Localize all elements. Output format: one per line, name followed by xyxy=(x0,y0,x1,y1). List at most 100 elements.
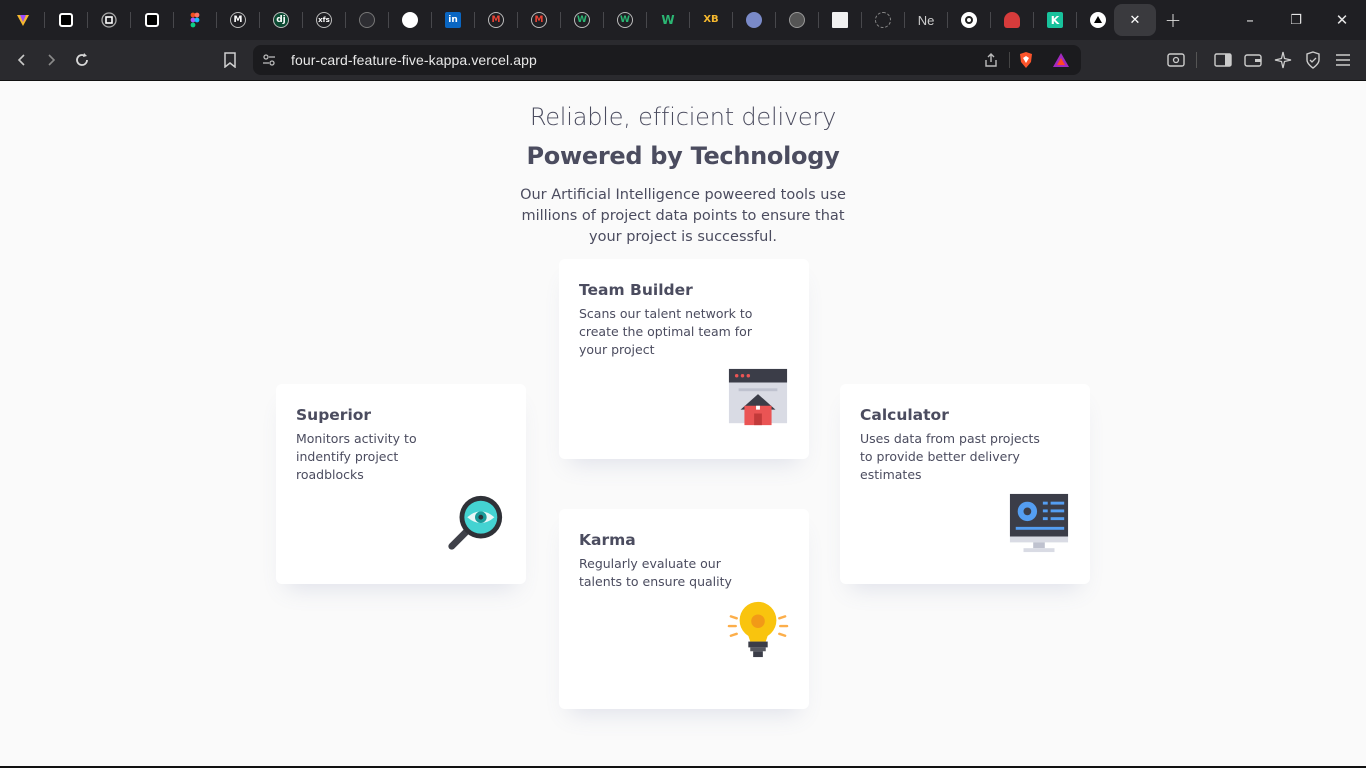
card-description: Regularly evaluate our talents to ensure… xyxy=(579,556,732,589)
square-icon xyxy=(145,13,159,27)
tab-vercel[interactable] xyxy=(1077,4,1119,36)
close-window-button[interactable]: ✕ xyxy=(1319,0,1365,40)
tab-search-icon xyxy=(1167,53,1185,67)
wallet-icon xyxy=(1244,54,1262,67)
tab-search-button[interactable] xyxy=(1162,46,1190,74)
calculator-monitor-icon xyxy=(1009,493,1069,553)
url-text: four-card-feature-five-kappa.vercel.app xyxy=(291,52,537,68)
tab-title: Ne xyxy=(917,12,935,28)
tab-avatar[interactable] xyxy=(733,4,775,36)
tab-xb[interactable]: XB xyxy=(690,4,732,36)
card-superior: Superior Monitors activity to indentify … xyxy=(276,384,526,584)
tab-circle[interactable] xyxy=(346,4,388,36)
mushroom-icon xyxy=(1004,12,1020,28)
circle-square-icon xyxy=(101,12,117,28)
leo-ai-button[interactable] xyxy=(1269,46,1297,74)
maximize-button[interactable]: ❐ xyxy=(1273,0,1319,40)
tab-active-close[interactable]: ✕ xyxy=(1114,4,1156,36)
tab-vivaldi[interactable] xyxy=(2,4,44,36)
sparkle-icon xyxy=(1274,51,1292,69)
browser-toolbar: four-card-feature-five-kappa.vercel.app xyxy=(0,40,1366,81)
vercel-icon xyxy=(1090,12,1106,28)
card-title: Karma xyxy=(579,531,636,549)
close-icon: ✕ xyxy=(1335,11,1349,29)
loading-icon xyxy=(875,12,891,28)
card-description: Scans our talent network to create the o… xyxy=(579,306,753,357)
shield-icon xyxy=(1306,51,1320,69)
lightbulb-icon xyxy=(727,601,789,658)
circle-icon xyxy=(359,12,375,28)
tab-image[interactable] xyxy=(819,4,861,36)
team-builder-icon xyxy=(728,368,788,426)
reload-button[interactable] xyxy=(68,46,96,74)
linkedin-icon: in xyxy=(445,12,461,28)
tab-loading[interactable] xyxy=(862,4,904,36)
card-title: Superior xyxy=(296,406,372,424)
close-icon: ✕ xyxy=(1129,12,1141,28)
tab-w-1[interactable]: W xyxy=(561,4,603,36)
gmail-icon: M xyxy=(531,12,547,28)
image-icon xyxy=(832,12,848,28)
tab-webflow[interactable]: W xyxy=(647,4,689,36)
forward-button[interactable] xyxy=(37,46,65,74)
tab-square-1[interactable] xyxy=(45,4,87,36)
bookmark-button[interactable] xyxy=(216,46,244,74)
xb-icon: XB xyxy=(703,14,719,25)
figma-icon xyxy=(190,12,200,28)
plus-icon: + xyxy=(1164,8,1182,32)
back-button[interactable] xyxy=(8,46,36,74)
tab-medium[interactable]: M xyxy=(217,4,259,36)
hamburger-menu-icon xyxy=(1336,54,1350,66)
card-team-builder: Team Builder Scans our talent network to… xyxy=(559,259,809,459)
chevron-left-icon xyxy=(17,54,25,66)
tab-figma[interactable] xyxy=(174,4,216,36)
new-tab-button[interactable]: + xyxy=(1152,4,1194,36)
sidebar-toggle-button[interactable] xyxy=(1209,46,1237,74)
tab-django[interactable]: dj xyxy=(260,4,302,36)
tab-xfs[interactable]: xfs xyxy=(303,4,345,36)
card-description: Uses data from past projects to provide … xyxy=(860,431,1040,482)
page-subtitle: Reliable, efficient delivery xyxy=(529,103,837,131)
tab-w-2[interactable]: W xyxy=(604,4,646,36)
sidebar-icon xyxy=(1214,53,1232,67)
gmail-icon: M xyxy=(488,12,504,28)
address-bar[interactable]: four-card-feature-five-kappa.vercel.app xyxy=(253,45,1081,75)
tab-white-circle[interactable] xyxy=(389,4,431,36)
k-icon: K xyxy=(1047,12,1063,28)
brave-rewards-icon[interactable] xyxy=(1052,52,1070,68)
card-title: Team Builder xyxy=(579,281,693,299)
tab-square-2[interactable] xyxy=(131,4,173,36)
openai-icon xyxy=(961,12,977,28)
tab-circle-square[interactable] xyxy=(88,4,130,36)
page-title: Powered by Technology xyxy=(526,142,840,170)
tab-gmail-2[interactable]: M xyxy=(518,4,560,36)
django-icon: dj xyxy=(273,12,289,28)
site-settings-icon xyxy=(263,54,275,66)
card-calculator: Calculator Uses data from past projects … xyxy=(840,384,1090,584)
wallet-button[interactable] xyxy=(1239,46,1267,74)
share-icon[interactable] xyxy=(983,52,999,68)
tab-gmail-1[interactable]: M xyxy=(475,4,517,36)
minimize-button[interactable]: – xyxy=(1227,0,1273,40)
tab-openai[interactable] xyxy=(948,4,990,36)
reload-icon xyxy=(76,53,88,66)
webflow-icon: W xyxy=(661,13,675,27)
medium-icon: M xyxy=(230,12,246,28)
card-title: Calculator xyxy=(860,406,949,424)
w-icon: W xyxy=(617,12,633,28)
brave-shields-icon[interactable] xyxy=(1018,51,1034,69)
maximize-icon: ❐ xyxy=(1290,12,1302,28)
tab-mushroom[interactable] xyxy=(991,4,1033,36)
tab-github[interactable] xyxy=(776,4,818,36)
browser-tab-bar: M dj xfs in M M W W W XB Ne K ✕ + – ❐ ✕ xyxy=(0,0,1366,40)
tab-k[interactable]: K xyxy=(1034,4,1076,36)
xfs-icon: xfs xyxy=(316,12,332,28)
intro-text: Our Artificial Intelligence poweered too… xyxy=(520,187,846,245)
vpn-button[interactable] xyxy=(1299,46,1327,74)
minimize-icon: – xyxy=(1246,11,1254,29)
tab-linkedin[interactable]: in xyxy=(432,4,474,36)
tab-ne[interactable]: Ne xyxy=(905,4,947,36)
square-icon xyxy=(59,13,73,27)
white-circle-icon xyxy=(402,12,418,28)
menu-button[interactable] xyxy=(1329,46,1357,74)
